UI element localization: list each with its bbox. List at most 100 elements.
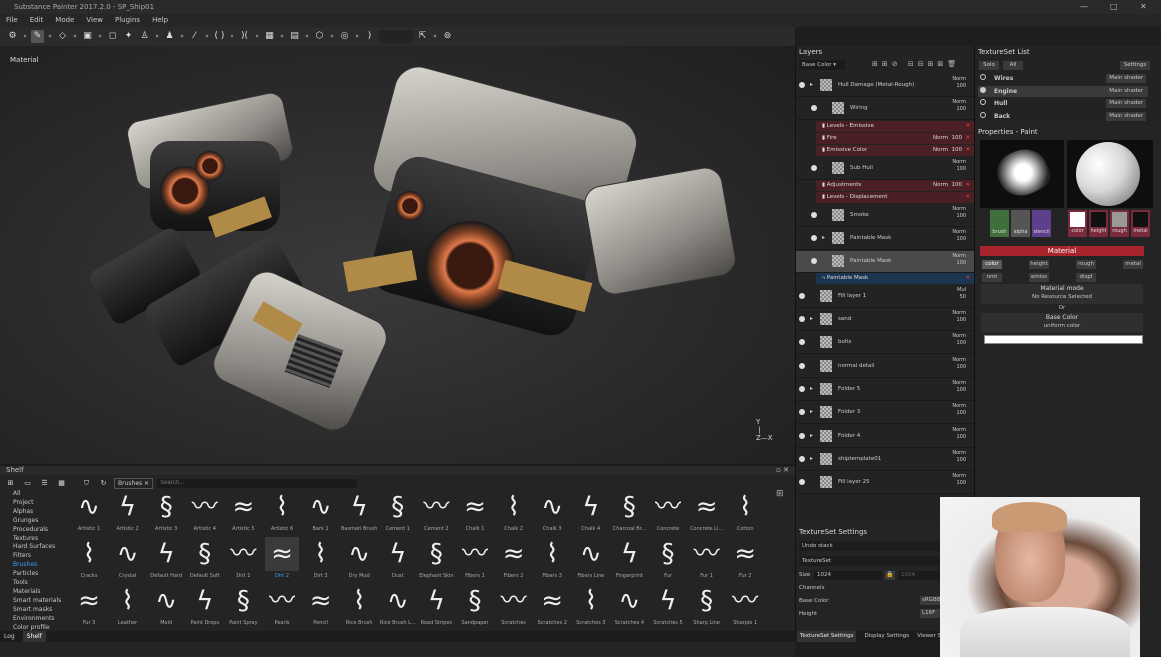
dropdown-icon[interactable]: ▾ <box>432 30 438 43</box>
layer-name[interactable]: Hull Damage (Metal-Rough) <box>838 81 914 89</box>
layer-name[interactable]: Folder 5 <box>838 385 860 393</box>
shelf-category-item[interactable]: Smart materials <box>13 597 66 606</box>
brush-slot-stencil[interactable]: stencil <box>1032 210 1051 237</box>
layer-name[interactable]: sand <box>838 315 851 323</box>
layer-actions[interactable]: ⊞⊞⊘ ⊟⊟⊞⊠🗑 <box>872 60 960 68</box>
layer-name[interactable]: Fill layer 25 <box>838 478 870 486</box>
layer-row[interactable]: Fill layer 25 Norm 100 <box>796 471 974 495</box>
brush-tile[interactable]: ⌇ Artistic 6 <box>263 490 301 536</box>
radio-icon[interactable] <box>980 86 986 93</box>
shelf-category-item[interactable]: Grunges <box>13 517 66 526</box>
brush-tile[interactable]: 〰 Fur 1 <box>688 537 726 583</box>
layer-row[interactable]: Smoke Norm 100 <box>796 204 974 227</box>
maximize-button[interactable]: □ <box>1110 0 1118 14</box>
brush-tile[interactable]: § Sandpaper <box>456 584 494 630</box>
brush-tile[interactable]: ϟ Artistic 2 <box>109 490 147 536</box>
dropdown-icon[interactable]: ▾ <box>304 30 310 43</box>
visibility-icon[interactable] <box>811 235 817 242</box>
symmetry-icon[interactable]: ( ) <box>213 30 226 43</box>
shelf-category-item[interactable]: Hard Surfaces <box>13 543 66 552</box>
material-slot-metal[interactable]: metal <box>1131 210 1150 237</box>
mirror-icon[interactable]: )( <box>238 30 251 43</box>
brush-tile[interactable]: 〰 Dirt 1 <box>224 537 262 583</box>
shelf-category-item[interactable]: Filters <box>13 552 66 561</box>
iray-icon[interactable]: ⊚ <box>441 30 454 43</box>
layer-row[interactable]: ▸ Hull Damage (Metal-Rough) Norm 100 <box>796 74 974 97</box>
brush-tile[interactable]: 〰 Pearls <box>263 584 301 630</box>
brush-tile[interactable]: 〰 Scratches <box>495 584 533 630</box>
remove-effect-icon[interactable]: ✕ <box>965 145 970 156</box>
brush-tile[interactable]: § Sharp Line <box>688 584 726 630</box>
textureset-settings-button[interactable]: Settings <box>1120 61 1150 70</box>
brush-tile[interactable]: ⌇ Fibers 3 <box>533 537 571 583</box>
folder-icon[interactable]: ▸ <box>810 385 813 392</box>
dropdown-icon[interactable]: ▾ <box>47 30 53 43</box>
brush-tile[interactable]: ϟ Scratches 5 <box>649 584 687 630</box>
layer-name[interactable]: normal detail <box>838 362 874 370</box>
textureset-item[interactable]: Hull Main shader <box>978 98 1148 109</box>
brush-tile[interactable]: ≈ Scratches 2 <box>533 584 571 630</box>
menu-edit[interactable]: Edit <box>30 14 44 27</box>
layer-row[interactable]: Wiring Norm 100 <box>796 97 974 121</box>
layer-name[interactable]: Smoke <box>850 211 869 219</box>
dropdown-icon[interactable]: ▾ <box>22 30 28 43</box>
brush-tile[interactable]: § Paint Spray <box>224 584 262 630</box>
folder-icon[interactable]: ▸ <box>810 315 813 322</box>
brush-tile[interactable]: § Elephant Skin <box>417 537 455 583</box>
folder-icon[interactable]: ▸ <box>810 408 813 415</box>
menu-mode[interactable]: Mode <box>55 14 74 27</box>
shelf-category-item[interactable]: Project <box>13 499 66 508</box>
base-color-swatch[interactable] <box>984 335 1143 344</box>
layer-blend[interactable]: Norm 100 <box>952 403 966 417</box>
layer-row[interactable]: Sub Hull Norm 100 <box>796 157 974 180</box>
channel-toggle-emiss[interactable]: emiss <box>1029 273 1049 282</box>
menu-view[interactable]: View <box>86 14 103 27</box>
brush-tile[interactable]: ϟ Paint Drops <box>186 584 224 630</box>
layer-blend[interactable]: Norm 100 <box>952 206 966 220</box>
grid-icon[interactable]: ▦ <box>55 477 68 490</box>
viewport-mode-icon[interactable]: ▤ <box>288 30 301 43</box>
render-icon[interactable]: ◎ <box>338 30 351 43</box>
layer-blend[interactable]: Norm 100 <box>952 99 966 113</box>
folder-icon[interactable]: ▸ <box>810 455 813 462</box>
remove-effect-icon[interactable]: ✕ <box>965 273 970 284</box>
panel-close-icon[interactable]: ▫ ✕ <box>776 466 789 475</box>
menu-file[interactable]: File <box>6 14 18 27</box>
layer-name[interactable]: Paintable Mask <box>850 257 891 265</box>
layer-blend[interactable]: Norm 100 <box>952 159 966 173</box>
menu-help[interactable]: Help <box>152 14 168 27</box>
brush-tile[interactable]: 〰 Concrete <box>649 490 687 536</box>
channel-toggle-color[interactable]: color <box>982 260 1002 269</box>
brush-tile[interactable]: 〰 Sharpie 1 <box>726 584 764 630</box>
layer-name[interactable]: Fill layer 1 <box>838 292 866 300</box>
material-slot-color[interactable]: color <box>1068 210 1087 237</box>
remove-effect-icon[interactable]: ✕ <box>965 192 970 203</box>
layer-effect-row[interactable]: ▮ Adjustments Norm 100 ✕ <box>816 179 974 191</box>
layer-row[interactable]: ▸ shiptemplate01 Norm 100 <box>796 448 974 471</box>
smudge-icon[interactable]: ✦ <box>122 30 135 43</box>
layer-effect-row[interactable]: ▮ Emissive Color Norm 100 ✕ <box>816 144 974 156</box>
layer-name[interactable]: bolts <box>838 338 851 346</box>
dropdown-icon[interactable]: ▾ <box>179 30 185 43</box>
radio-icon[interactable] <box>980 99 986 105</box>
refresh-icon[interactable]: ↻ <box>97 477 110 490</box>
display-icon[interactable]: ) <box>363 30 376 43</box>
shelf-category-item[interactable]: Textures <box>13 535 66 544</box>
layer-row[interactable]: Fill layer 1 Mul 50 <box>796 285 974 308</box>
filter-icon[interactable]: ⛉ <box>80 477 93 490</box>
visibility-icon[interactable] <box>811 211 817 218</box>
brush-tile[interactable]: § Cement 1 <box>379 490 417 536</box>
shader-select[interactable]: Main shader <box>1106 111 1146 121</box>
brush-tile[interactable]: ⌇ Cracks <box>70 537 108 583</box>
visibility-icon[interactable] <box>811 164 817 171</box>
brush-tile[interactable]: ≈ Fur 2 <box>726 537 764 583</box>
brush-tile[interactable]: 〰 Cement 2 <box>417 490 455 536</box>
brush-tile[interactable]: § Default Soft <box>186 537 224 583</box>
layer-row[interactable]: ▸ Folder 4 Norm 100 <box>796 425 974 448</box>
dropdown-icon[interactable]: ▾ <box>354 30 360 43</box>
size-select[interactable]: 1024 <box>814 571 882 580</box>
brush-tile[interactable]: ∿ Dry Mud <box>340 537 378 583</box>
visibility-icon[interactable] <box>799 82 805 88</box>
textureset-item[interactable]: Back Main shader <box>978 111 1148 122</box>
material-section-header[interactable]: Material <box>980 246 1144 256</box>
